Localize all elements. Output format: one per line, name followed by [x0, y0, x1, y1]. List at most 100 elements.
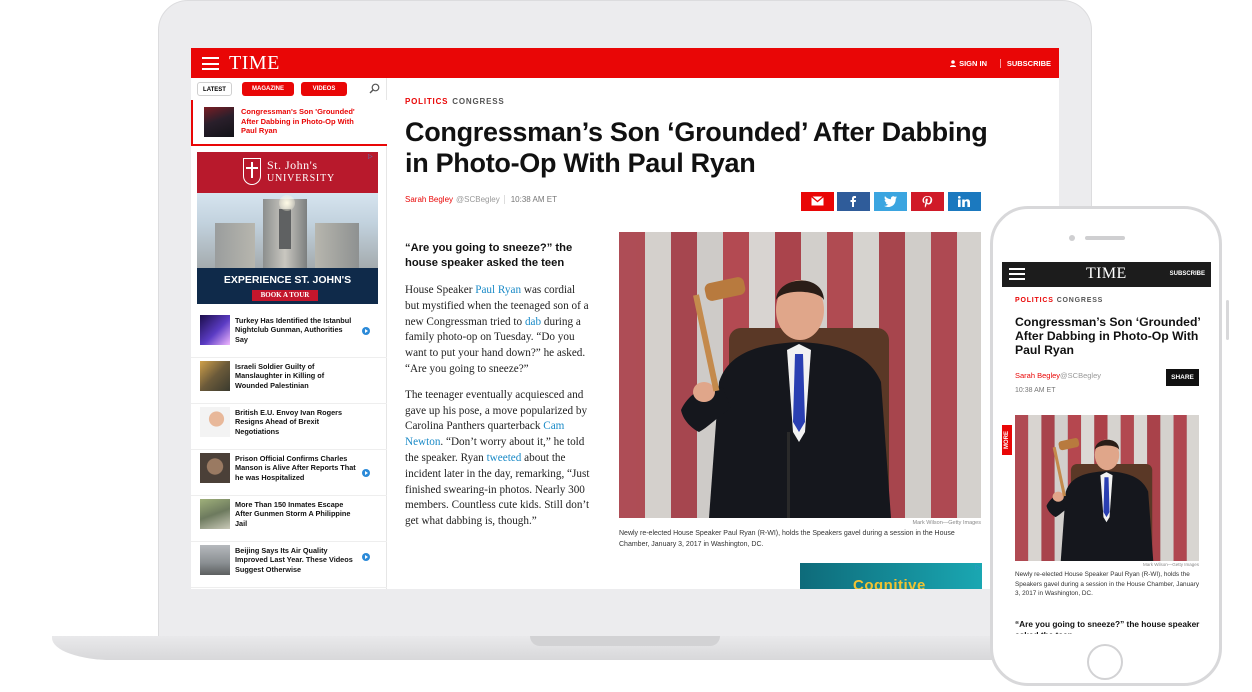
news-thumbnail	[200, 361, 230, 391]
current-story-title: Congressman's Son 'Grounded' After Dabbi…	[241, 107, 355, 135]
subscribe-link[interactable]: SUBSCRIBE	[999, 59, 1051, 68]
author-link[interactable]: Sarah Begley	[1015, 371, 1060, 380]
share-email-button[interactable]	[801, 192, 834, 211]
twitter-icon	[884, 196, 897, 207]
mobile-headline: Congressman’s Son ‘Grounded’ After Dabbi…	[1015, 315, 1201, 357]
article-pullquote: “Are you going to sneeze?” the house spe…	[405, 242, 573, 269]
phone-home-button	[1087, 644, 1123, 680]
ad-campus-image	[197, 193, 378, 268]
news-title: British E.U. Envoy Ivan Rogers Resigns A…	[235, 408, 343, 436]
share-linkedin-button[interactable]	[948, 192, 981, 211]
news-item[interactable]: More Than 150 Inmates Escape After Gunme…	[191, 496, 387, 542]
phone-speaker	[1085, 236, 1125, 240]
news-item[interactable]: Turkey Has Identified the Istanbul Night…	[191, 312, 387, 358]
tab-latest[interactable]: LATEST	[197, 82, 232, 96]
sidebar-ad[interactable]: St. John's UNIVERSITY ▷ EXPERIENCE ST. J…	[197, 152, 378, 304]
news-thumbnail	[200, 545, 230, 575]
mobile-subscribe-link[interactable]: SUBSCRIBE	[1170, 271, 1205, 277]
text-run: House Speaker	[405, 284, 476, 296]
article-ad[interactable]: Cognitive ▷	[800, 563, 982, 589]
byline: Sarah Begley @SCBegley 10:38 AM ET	[405, 195, 557, 204]
share-twitter-button[interactable]	[874, 192, 907, 211]
section-link[interactable]: POLITICS	[1015, 297, 1054, 304]
university-crest-icon	[243, 158, 261, 185]
news-item[interactable]: Prison Official Confirms Charles Manson …	[191, 450, 387, 496]
news-title: Beijing Says Its Air Quality Improved La…	[235, 546, 353, 574]
mobile-article-photo[interactable]	[1015, 415, 1199, 561]
linkedin-icon	[958, 196, 970, 207]
book-a-tour-button[interactable]: BOOK A TOUR	[252, 290, 318, 301]
mobile-byline: Sarah Begley@SCBegley	[1015, 371, 1101, 380]
pinterest-icon	[922, 196, 933, 208]
more-tab[interactable]: MORE	[1002, 425, 1012, 455]
section-link[interactable]: POLITICS	[405, 97, 448, 106]
author-handle[interactable]: @SCBegley	[456, 195, 500, 204]
mobile-pullquote: “Are you going to sneeze?” the house spe…	[1015, 619, 1200, 634]
news-title: Prison Official Confirms Charles Manson …	[235, 454, 356, 482]
photo-credit: Mark Wilson—Getty Images	[912, 520, 981, 526]
article-kicker: POLITICS CONGRESS	[405, 97, 504, 106]
author-link[interactable]: Sarah Begley	[405, 195, 453, 204]
mobile-photo-credit: Mark Wilson—Getty Images	[1142, 562, 1199, 567]
article-photo[interactable]	[619, 232, 981, 518]
desktop-screen: TIME SIGN IN SUBSCRIBE LATEST MAGAZINE V…	[191, 48, 1059, 589]
phone-side-button	[1226, 300, 1229, 340]
ad-text: Cognitive	[853, 577, 926, 589]
site-logo[interactable]: TIME	[229, 52, 280, 75]
dab-link[interactable]: dab	[525, 316, 541, 328]
photo-illustration	[1015, 415, 1199, 561]
email-icon	[811, 196, 824, 206]
tweeted-link[interactable]: tweeted	[487, 452, 522, 464]
current-story-item[interactable]: Congressman's Son 'Grounded' After Dabbi…	[191, 100, 387, 146]
ad-headline: EXPERIENCE ST. JOHN'S	[223, 274, 352, 286]
laptop-notch	[530, 636, 720, 646]
play-icon[interactable]	[362, 327, 370, 335]
menu-icon[interactable]	[1009, 268, 1025, 280]
news-item[interactable]: Beijing Says Its Air Quality Improved La…	[191, 542, 387, 588]
photo-caption: Newly re-elected House Speaker Paul Ryan…	[619, 530, 955, 548]
paragraph-2: The teenager eventually acquiesced and g…	[405, 388, 591, 530]
sign-in-link[interactable]: SIGN IN	[950, 59, 987, 68]
share-facebook-button[interactable]	[837, 192, 870, 211]
ad-university-name: St. John's	[267, 158, 318, 172]
user-icon	[950, 60, 957, 67]
sign-in-label: SIGN IN	[959, 59, 987, 68]
play-icon[interactable]	[362, 553, 370, 561]
paragraph-1: House Speaker Paul Ryan was cordial but …	[405, 283, 591, 378]
news-item[interactable]: Israeli Soldier Guilty of Manslaughter i…	[191, 358, 387, 404]
tab-magazine[interactable]: MAGAZINE	[242, 82, 294, 96]
subsection-link[interactable]: CONGRESS	[1057, 297, 1103, 304]
mobile-publish-time: 10:38 AM ET	[1015, 387, 1056, 394]
article-body: House Speaker Paul Ryan was cordial but …	[405, 283, 591, 540]
ad-footer: EXPERIENCE ST. JOHN'S BOOK A TOUR	[197, 268, 378, 304]
news-thumbnail	[200, 407, 230, 437]
search-icon[interactable]	[369, 83, 380, 94]
ad-info-icon[interactable]: ▷	[368, 153, 376, 161]
ad-info-icon[interactable]: ▷	[975, 564, 980, 571]
site-header: TIME SIGN IN SUBSCRIBE	[191, 48, 1059, 78]
play-icon[interactable]	[362, 469, 370, 477]
current-story-thumbnail	[204, 107, 234, 137]
share-pinterest-button[interactable]	[911, 192, 944, 211]
news-thumbnail	[200, 315, 230, 345]
mobile-logo[interactable]: TIME	[1086, 265, 1127, 283]
ad-university-label: UNIVERSITY	[267, 173, 335, 184]
news-title: Israeli Soldier Guilty of Manslaughter i…	[235, 362, 325, 390]
author-handle[interactable]: @SCBegley	[1060, 371, 1101, 380]
news-thumbnail	[200, 453, 230, 483]
photo-illustration	[619, 232, 981, 518]
tab-videos[interactable]: VIDEOS	[301, 82, 347, 96]
article: POLITICS CONGRESS Congressman’s Son ‘Grou…	[405, 78, 1059, 589]
subsection-link[interactable]: CONGRESS	[452, 97, 504, 106]
mobile-share-button[interactable]: SHARE	[1166, 369, 1199, 386]
news-item[interactable]: British E.U. Envoy Ivan Rogers Resigns A…	[191, 404, 387, 450]
news-thumbnail	[200, 499, 230, 529]
menu-icon[interactable]	[202, 57, 219, 70]
phone-camera	[1069, 235, 1075, 241]
sidebar: LATEST MAGAZINE VIDEOS Congressman's Son…	[191, 78, 387, 589]
mobile-kicker: POLITICS CONGRESS	[1015, 297, 1103, 304]
facebook-icon	[850, 196, 856, 207]
article-headline: Congressman’s Son ‘Grounded’ After Dabbi…	[405, 117, 988, 178]
paul-ryan-link[interactable]: Paul Ryan	[475, 284, 521, 296]
news-title: Turkey Has Identified the Istanbul Night…	[235, 316, 352, 344]
